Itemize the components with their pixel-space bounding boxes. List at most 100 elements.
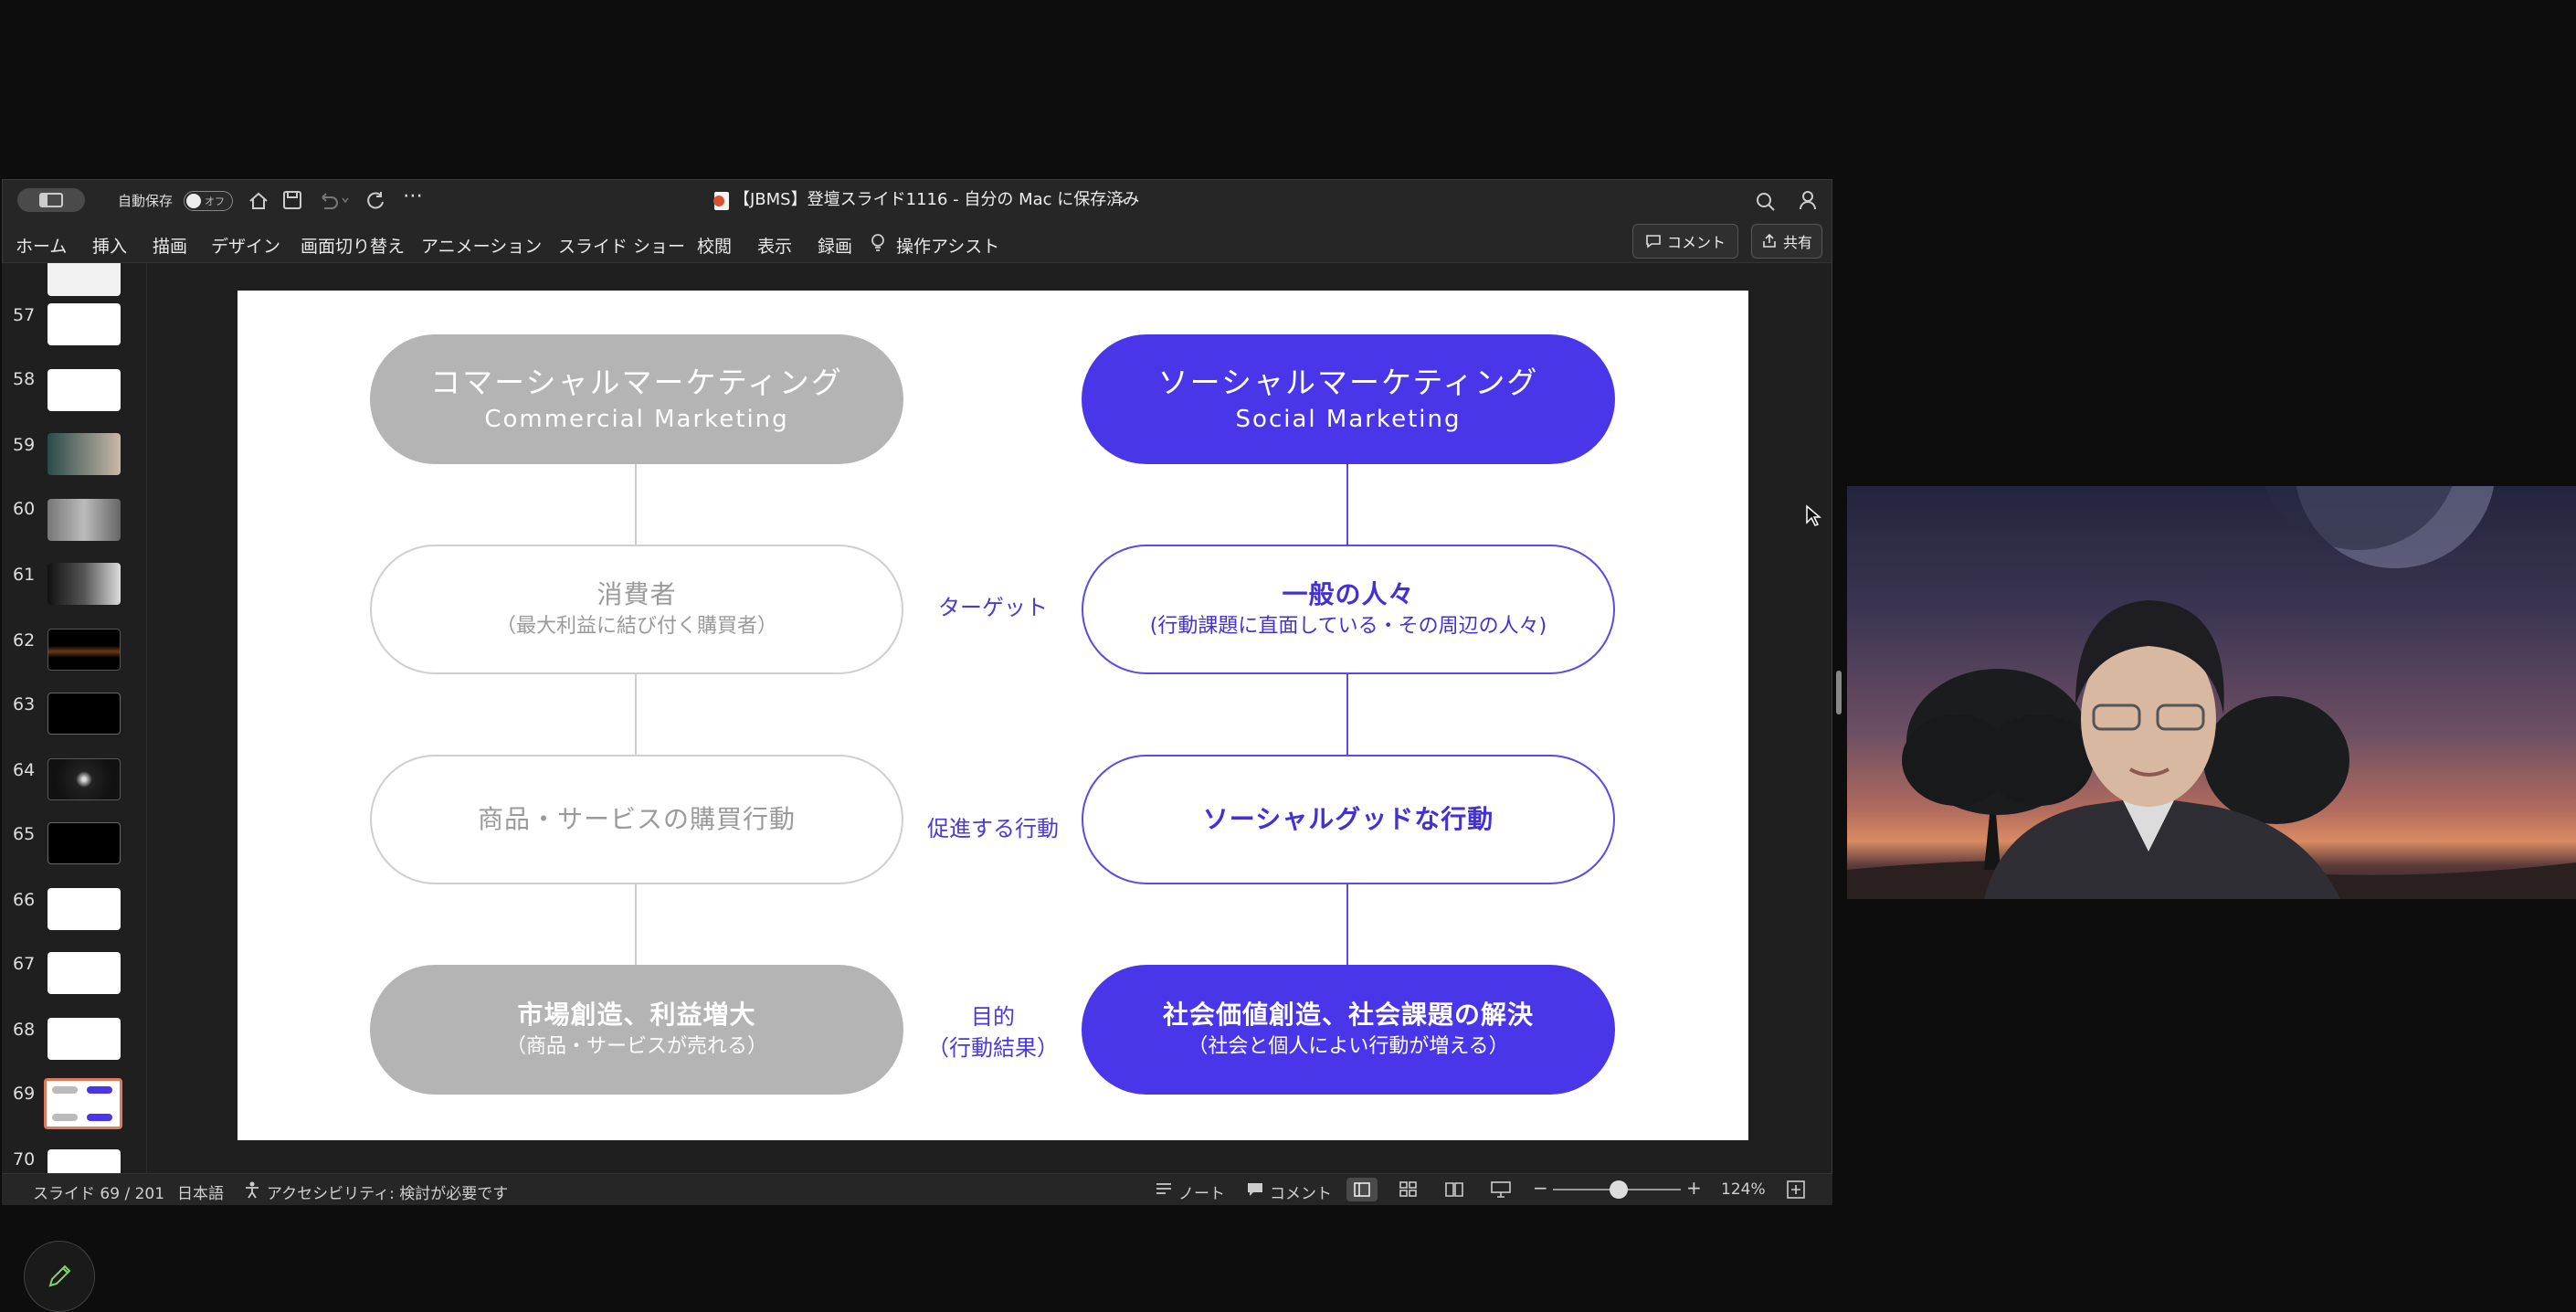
notes-button[interactable]: ノート xyxy=(1178,1180,1225,1203)
slide-number: 62 xyxy=(13,630,36,651)
target-label: ターゲット xyxy=(938,595,1048,620)
sidebar-toggle-button[interactable] xyxy=(17,188,85,212)
slide-thumbnail-selected[interactable] xyxy=(44,1078,122,1129)
slide-thumbnail[interactable] xyxy=(48,499,121,541)
more-icon[interactable]: ⋯ xyxy=(403,186,423,206)
social-goal-sub: （社会と個人によい行動が増える） xyxy=(1188,1035,1509,1058)
lightbulb-icon xyxy=(871,234,884,251)
slide-thumbnail[interactable] xyxy=(48,563,121,605)
home-icon[interactable] xyxy=(248,190,269,212)
tab-insert[interactable]: 挿入 xyxy=(92,233,127,258)
slide-thumbnail[interactable] xyxy=(48,1018,121,1060)
accessibility-icon[interactable] xyxy=(243,1180,261,1199)
tab-animations[interactable]: アニメーション xyxy=(421,233,542,258)
title-bar: 自動保存 オフ ⋯ 【JBMS】登壇スライド1116 - 自分の Mac に保存… xyxy=(3,180,1832,222)
webcam-video xyxy=(1847,486,2576,899)
slide-thumbnail[interactable] xyxy=(48,1149,121,1175)
slide-thumbnail[interactable] xyxy=(48,263,121,296)
reading-view-icon[interactable] xyxy=(1445,1181,1463,1198)
notes-icon[interactable] xyxy=(1155,1181,1173,1198)
commercial-action-box: 商品・サービスの購買行動 xyxy=(370,755,903,884)
undo-icon[interactable] xyxy=(317,190,350,210)
commercial-action-title: 商品・サービスの購買行動 xyxy=(477,804,796,834)
slide-counter: スライド 69 / 201 xyxy=(33,1185,165,1203)
social-target-sub: (行動課題に直面している・その周辺の人々) xyxy=(1149,615,1547,638)
connector-line xyxy=(635,884,637,968)
connector-line xyxy=(1346,464,1348,548)
slide-thumbnail[interactable] xyxy=(48,433,121,475)
tab-slideshow[interactable]: スライド ショー xyxy=(558,233,685,258)
social-target-box: 一般の人々 (行動課題に直面している・その周辺の人々) xyxy=(1082,545,1615,674)
slide-number: 66 xyxy=(13,890,36,910)
slide-number: 60 xyxy=(13,499,36,519)
tab-home[interactable]: ホーム xyxy=(16,233,67,258)
zoom-slider-knob[interactable] xyxy=(1610,1180,1628,1199)
slide-number: 68 xyxy=(13,1020,36,1040)
comment-button-label: コメント xyxy=(1666,234,1726,251)
document-title[interactable]: 【JBMS】登壇スライド1116 - 自分の Mac に保存済み xyxy=(734,191,1139,209)
goal-label: 目的 xyxy=(971,1004,1015,1030)
comment-icon[interactable] xyxy=(1246,1181,1264,1198)
tell-me-assist[interactable]: 操作アシスト xyxy=(896,233,999,258)
comment-button[interactable]: コメント xyxy=(1632,224,1738,259)
vertical-scrollbar[interactable] xyxy=(1836,671,1842,714)
connector-line xyxy=(1346,674,1348,758)
commercial-target-title: 消費者 xyxy=(596,579,677,609)
commercial-goal-sub: （商品・サービスが売れる） xyxy=(505,1035,767,1058)
slide-number: 63 xyxy=(13,694,36,714)
zoom-in-icon[interactable]: + xyxy=(1686,1177,1702,1199)
tab-record[interactable]: 録画 xyxy=(818,233,852,258)
tab-design[interactable]: デザイン xyxy=(211,233,280,258)
slide-sorter-icon[interactable] xyxy=(1399,1181,1418,1198)
comments-button[interactable]: コメント xyxy=(1270,1180,1332,1203)
ribbon-menu: ホーム 挿入 描画 デザイン 画面切り替え アニメーション スライド ショー 校… xyxy=(3,222,1832,263)
slide-thumbnail[interactable] xyxy=(48,822,121,864)
slide-number: 69 xyxy=(13,1084,36,1104)
accessibility-status[interactable]: アクセシビリティ: 検討が必要です xyxy=(267,1180,508,1203)
commercial-target-box: 消費者 （最大利益に結び付く購買者） xyxy=(370,545,903,674)
slide-number: 70 xyxy=(13,1149,36,1169)
tab-draw[interactable]: 描画 xyxy=(153,233,187,258)
slide-thumbnail[interactable] xyxy=(48,888,121,930)
save-icon[interactable] xyxy=(282,190,302,210)
fit-to-window-icon[interactable] xyxy=(1787,1180,1805,1199)
social-action-box: ソーシャルグッドな行動 xyxy=(1082,755,1615,884)
goal-label-sub: （行動結果） xyxy=(927,1035,1059,1061)
tab-view[interactable]: 表示 xyxy=(757,233,792,258)
slide-thumbnail[interactable] xyxy=(48,693,121,735)
slide-thumbnail[interactable] xyxy=(48,758,121,800)
tab-review[interactable]: 校閲 xyxy=(697,233,732,258)
comment-icon xyxy=(1646,235,1661,249)
language-indicator[interactable]: 日本語 xyxy=(177,1180,224,1203)
slide-thumbnail[interactable] xyxy=(48,952,121,994)
sidebar-icon xyxy=(39,193,63,207)
social-goal-box: 社会価値創造、社会課題の解決 （社会と個人によい行動が増える） xyxy=(1082,965,1615,1095)
slide-thumbnail-pane[interactable]: 57 58 59 60 61 62 63 64 65 66 67 68 69 7… xyxy=(2,263,147,1175)
commercial-title: コマーシャルマーケティング xyxy=(430,365,843,400)
commercial-marketing-header: コマーシャルマーケティング Commercial Marketing xyxy=(370,334,903,464)
current-slide[interactable]: コマーシャルマーケティング Commercial Marketing 消費者 （… xyxy=(238,291,1748,1140)
social-goal-title: 社会価値創造、社会課題の解決 xyxy=(1162,1000,1534,1030)
chevron-down-icon[interactable]: ⌄ xyxy=(1115,189,1127,207)
zoom-out-icon[interactable]: − xyxy=(1533,1177,1548,1199)
toggle-knob xyxy=(186,194,201,208)
slide-number: 61 xyxy=(13,565,36,585)
slideshow-icon[interactable] xyxy=(1491,1181,1511,1198)
search-icon[interactable] xyxy=(1755,191,1777,213)
redo-icon[interactable] xyxy=(364,190,386,212)
tab-transitions[interactable]: 画面切り替え xyxy=(301,233,405,258)
autosave-toggle[interactable]: オフ xyxy=(184,191,233,211)
social-target-title: 一般の人々 xyxy=(1282,579,1415,609)
normal-view-button[interactable] xyxy=(1346,1178,1378,1201)
slide-thumbnail[interactable] xyxy=(48,303,121,345)
annotate-button[interactable] xyxy=(24,1241,95,1312)
account-icon[interactable] xyxy=(1793,189,1819,213)
promoted-action-label: 促進する行動 xyxy=(927,816,1059,841)
slide-number: 59 xyxy=(13,435,36,455)
slide-number: 57 xyxy=(13,305,36,325)
slide-thumbnail[interactable] xyxy=(48,629,121,671)
slide-thumbnail[interactable] xyxy=(48,369,121,411)
slide-number: 64 xyxy=(13,760,36,780)
zoom-level[interactable]: 124% xyxy=(1721,1180,1766,1199)
share-button[interactable]: 共有 xyxy=(1751,224,1822,259)
